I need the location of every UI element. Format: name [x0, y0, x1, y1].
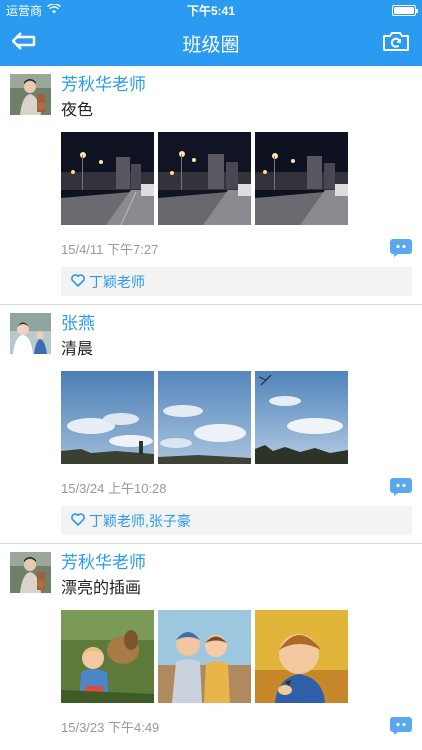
comment-button[interactable]: [390, 717, 412, 735]
carrier-label: 运营商: [6, 3, 43, 18]
post-photo[interactable]: [61, 371, 154, 464]
post-text: 夜色: [61, 102, 94, 119]
avatar[interactable]: [10, 313, 51, 354]
author-name[interactable]: 张燕: [61, 313, 412, 335]
post-photo[interactable]: [255, 610, 348, 703]
like-names[interactable]: 丁颖老师,张子豪: [89, 511, 191, 531]
photo-grid: [61, 610, 412, 703]
comment-icon: [390, 478, 412, 500]
status-bar: 运营商 下午5:41: [0, 0, 422, 20]
post-photo[interactable]: [158, 371, 251, 464]
likes-bar: 丁颖老师: [61, 267, 412, 296]
post-timestamp: 15/3/23 下午4:49: [61, 719, 160, 735]
nav-bar: 班级圈: [0, 20, 422, 66]
post-item: 芳秋华老师 漂亮的插画 15/3/23 下午4:49: [0, 544, 422, 742]
post-photo[interactable]: [61, 610, 154, 703]
post-timestamp: 15/4/11 下午7:27: [61, 241, 159, 257]
camera-icon: [382, 30, 410, 57]
post-text: 清晨: [61, 341, 94, 358]
post-item: 芳秋华老师 夜色 15/4/11 下午7:27 丁颖老师: [0, 66, 422, 305]
post-item: 张燕 清晨 15/3/24 上午10:28 丁颖老师,张子豪: [0, 305, 422, 544]
feed-list: 芳秋华老师 夜色 15/4/11 下午7:27 丁颖老师 张燕 清晨 15/3/…: [0, 66, 422, 742]
back-arrow-icon: [11, 31, 37, 56]
status-time: 下午5:41: [186, 3, 236, 18]
camera-button[interactable]: [380, 27, 412, 59]
post-text: 漂亮的插画: [61, 580, 142, 597]
back-button[interactable]: [8, 27, 40, 59]
post-timestamp: 15/3/24 上午10:28: [61, 480, 167, 496]
author-name[interactable]: 芳秋华老师: [61, 74, 412, 96]
like-names[interactable]: 丁颖老师: [89, 272, 145, 292]
post-photo[interactable]: [255, 371, 348, 464]
wifi-icon: [47, 3, 61, 17]
author-name[interactable]: 芳秋华老师: [61, 552, 412, 574]
post-photo[interactable]: [61, 132, 154, 225]
avatar[interactable]: [10, 552, 51, 593]
photo-grid: [61, 371, 412, 464]
page-title: 班级圈: [182, 34, 240, 56]
comment-icon: [390, 239, 412, 261]
post-photo[interactable]: [255, 132, 348, 225]
comment-icon: [390, 717, 412, 739]
post-photo[interactable]: [158, 610, 251, 703]
likes-bar: 丁颖老师,张子豪: [61, 506, 412, 535]
post-photo[interactable]: [158, 132, 251, 225]
battery-icon: [392, 4, 418, 16]
comment-button[interactable]: [390, 478, 412, 496]
heart-icon: [71, 273, 85, 290]
comment-button[interactable]: [390, 239, 412, 257]
heart-icon: [71, 512, 85, 529]
avatar[interactable]: [10, 74, 51, 115]
photo-grid: [61, 132, 412, 225]
